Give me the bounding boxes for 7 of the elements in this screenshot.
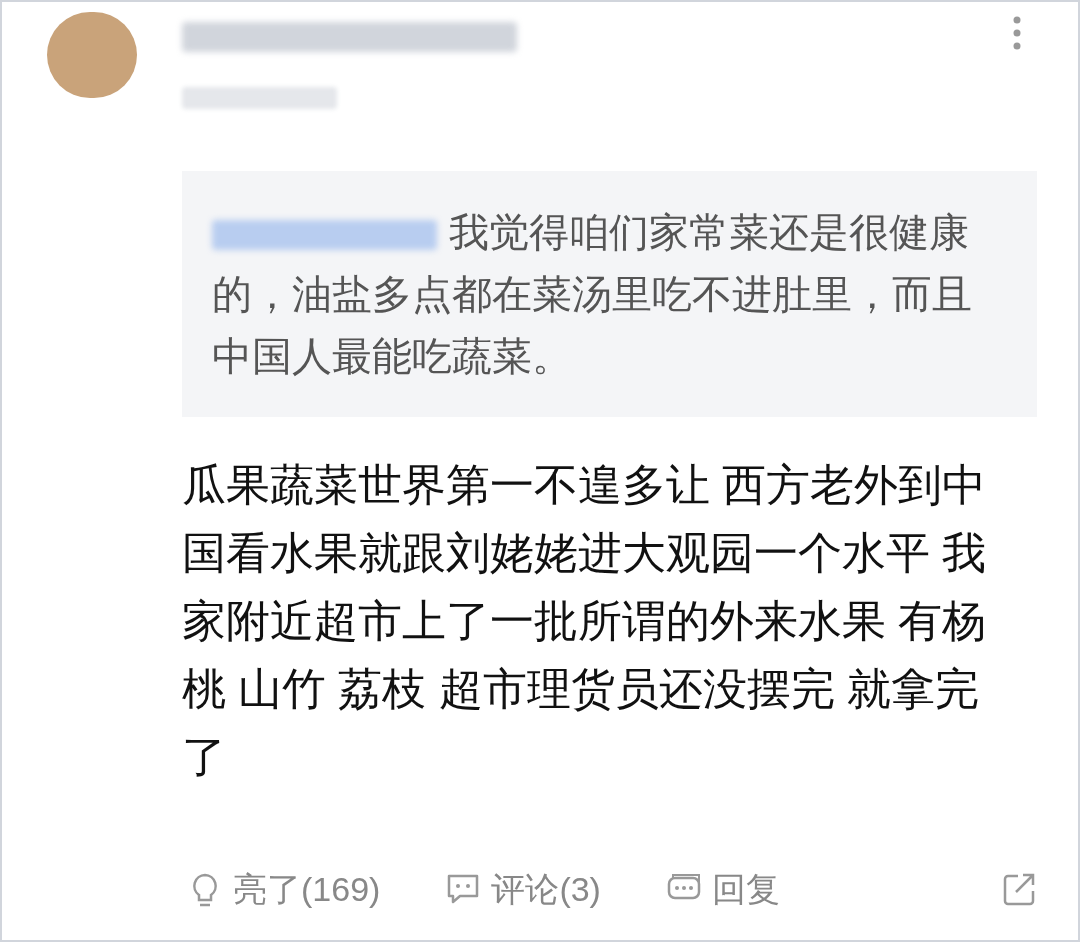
comment-button[interactable]: 评论(3) <box>445 864 601 915</box>
reply-button[interactable]: 回复 <box>665 864 780 915</box>
comment-text: 瓜果蔬菜世界第一不遑多让 西方老外到中国看水果就跟刘姥姥进大观园一个水平 我家附近超市上了一批所谓的外来水果 有杨桃 山竹 荔枝 超市理货员还没摆完 就拿完了 <box>182 459 988 783</box>
like-button[interactable]: 亮了(169) <box>187 864 381 915</box>
share-icon <box>1001 871 1037 908</box>
quoted-comment: 我觉得咱们家常菜还是很健康的，油盐多点都在菜汤里吃不进肚里，而且中国人最能吃蔬菜。 <box>212 209 973 380</box>
share-button[interactable] <box>1001 871 1037 908</box>
